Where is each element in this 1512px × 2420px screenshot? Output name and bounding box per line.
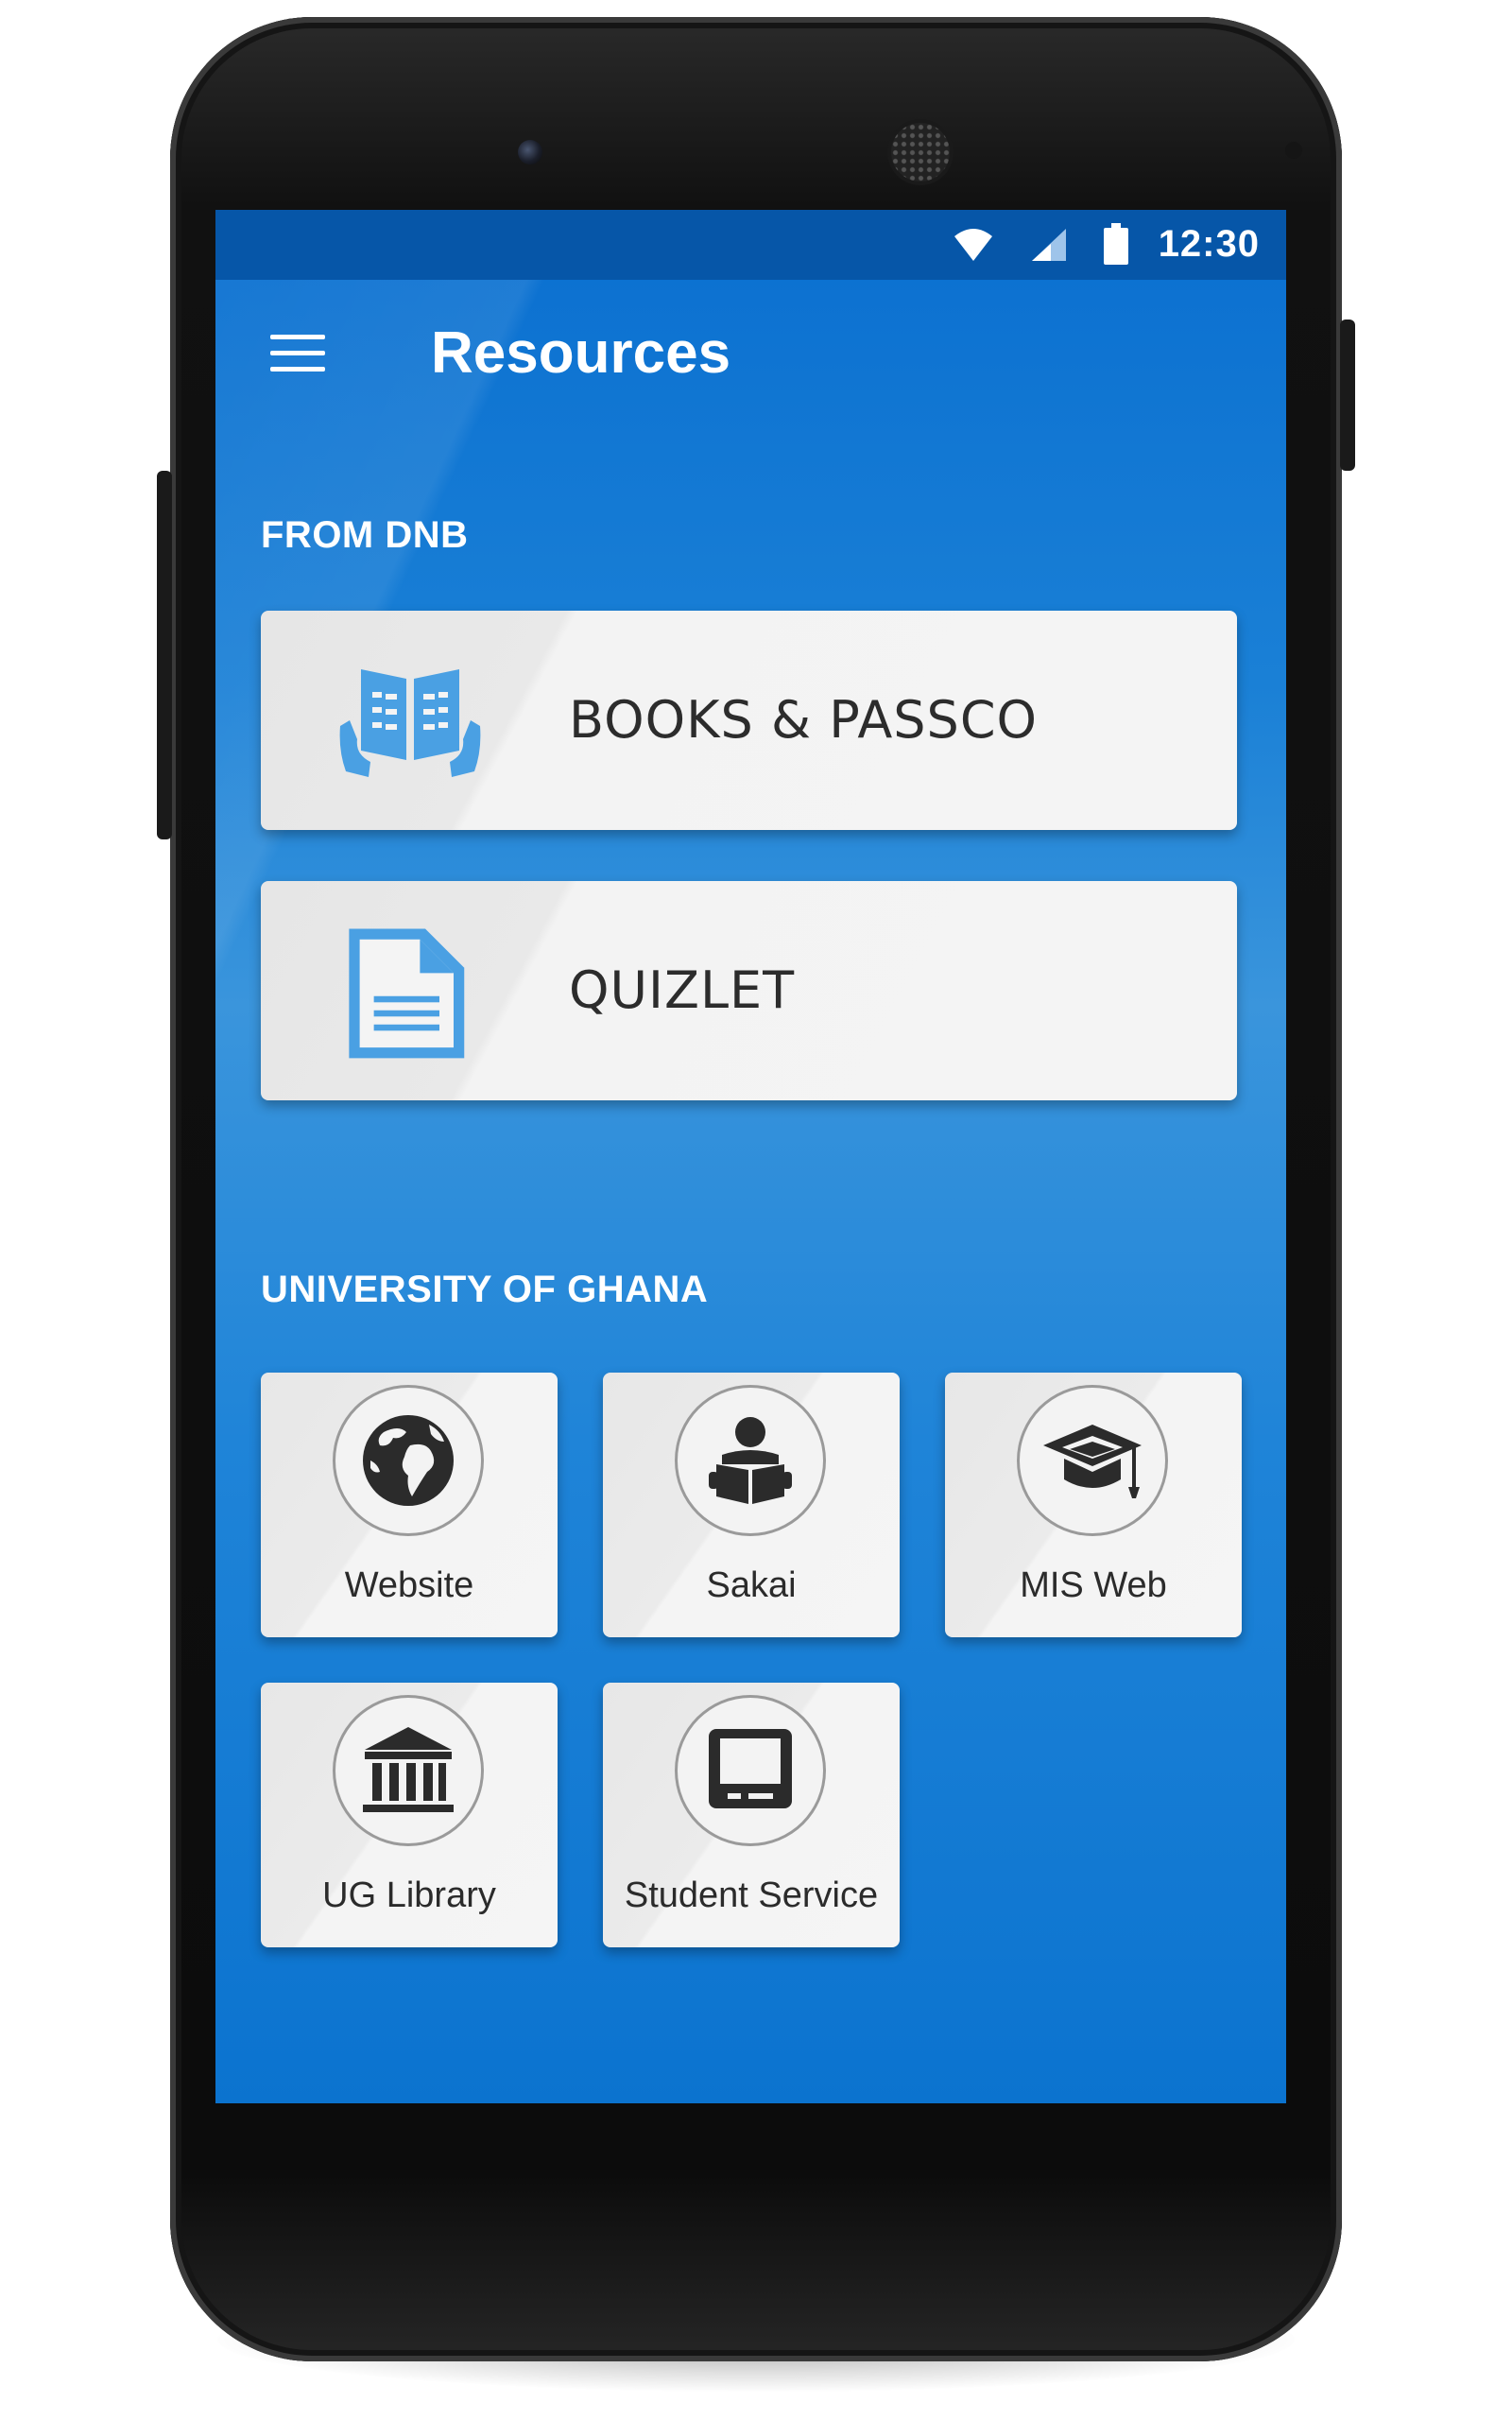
wifi-icon: [954, 229, 992, 261]
hamburger-menu-icon[interactable]: [270, 335, 325, 372]
app-screen: 12:30 Resources FROM DNB BOOKS & PASSCO …: [215, 210, 1286, 2103]
mis-web-label: MIS Web: [1020, 1565, 1167, 1605]
sakai-tile[interactable]: Sakai: [603, 1373, 900, 1637]
reader-icon: [709, 1417, 792, 1504]
student-service-badge: [678, 1698, 823, 1843]
globe-icon: [363, 1415, 454, 1506]
status-clock: 12:30: [1158, 223, 1260, 265]
ug-library-label: UG Library: [322, 1876, 496, 1915]
section-label-ug: UNIVERSITY OF GHANA: [261, 1269, 709, 1310]
books-passco-card[interactable]: BOOKS & PASSCO: [261, 611, 1237, 830]
quizlet-card[interactable]: QUIZLET: [261, 881, 1237, 1100]
ug-library-badge: [335, 1698, 481, 1843]
kiosk-terminal-icon: [709, 1729, 792, 1808]
mis-web-tile[interactable]: MIS Web: [945, 1373, 1242, 1637]
books-passco-label: BOOKS & PASSCO: [569, 690, 1039, 750]
student-service-label: Student Service: [624, 1876, 879, 1915]
document-icon: [349, 928, 465, 1059]
section-label-dnb: FROM DNB: [261, 514, 469, 556]
status-bar: 12:30: [215, 210, 1286, 280]
website-tile[interactable]: Website: [261, 1373, 558, 1637]
sakai-label: Sakai: [706, 1565, 797, 1605]
website-label: Website: [344, 1565, 474, 1605]
website-badge: [335, 1388, 481, 1533]
volume-button: [157, 471, 172, 839]
student-service-tile[interactable]: Student Service: [603, 1683, 900, 1947]
battery-icon: [1104, 223, 1128, 265]
earpiece-speaker: [891, 123, 950, 182]
power-button: [1340, 320, 1355, 471]
open-book-icon: [339, 669, 481, 777]
ug-library-tile[interactable]: UG Library: [261, 1683, 558, 1947]
page-title: Resources: [431, 320, 731, 386]
sakai-badge: [678, 1388, 823, 1533]
graduation-cap-icon: [1043, 1425, 1142, 1498]
quizlet-label: QUIZLET: [569, 960, 796, 1020]
app-bar: Resources: [215, 280, 1286, 422]
mis-web-badge: [1020, 1388, 1165, 1533]
library-building-icon: [363, 1727, 454, 1812]
proximity-sensor: [1285, 142, 1302, 159]
cell-signal-icon: [1032, 229, 1066, 261]
front-camera: [518, 140, 542, 164]
